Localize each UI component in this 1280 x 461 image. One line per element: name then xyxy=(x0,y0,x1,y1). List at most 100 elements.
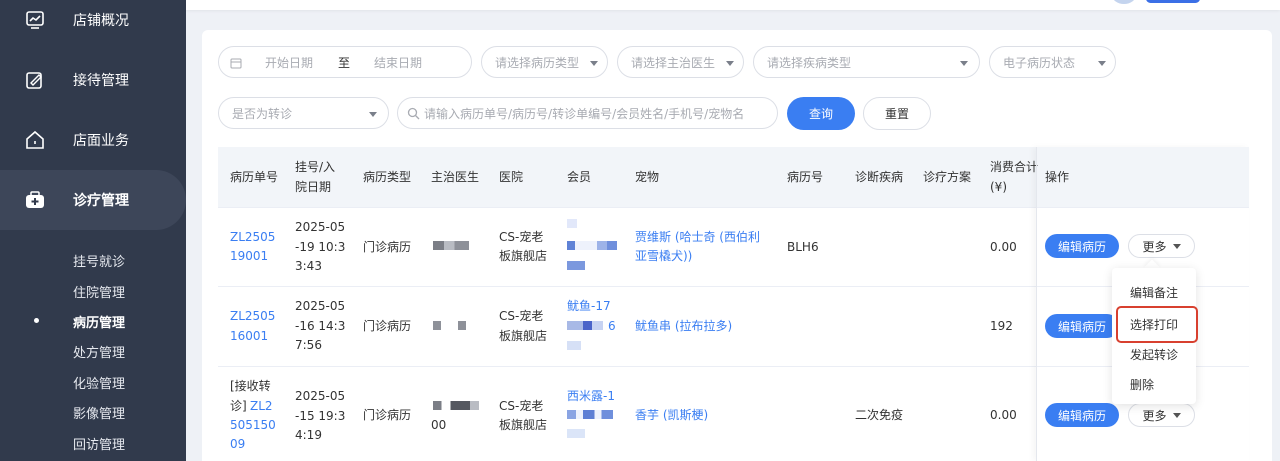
doctor-redacted xyxy=(433,241,469,250)
diagnosis: 二次免疫 xyxy=(855,408,904,422)
column-header: 病历单号 xyxy=(230,170,279,184)
record-no-link[interactable]: 505150 xyxy=(230,415,276,435)
sidebar-item-store-business[interactable]: 店面业务 xyxy=(0,110,186,170)
menu-item-start-transfer[interactable]: 发起转诊 xyxy=(1130,346,1178,363)
reg-date: 2025-05 xyxy=(295,389,346,403)
menu-item-delete[interactable]: 删除 xyxy=(1130,376,1154,393)
reg-date: -15 19:3 xyxy=(295,409,346,423)
hospital: CS-宠老 xyxy=(499,309,544,323)
edit-record-button[interactable]: 编辑病历 xyxy=(1045,314,1119,338)
edit-record-button[interactable]: 编辑病历 xyxy=(1045,403,1119,427)
sidebar-item-label: 诊疗管理 xyxy=(73,193,129,209)
reg-date: 3:43 xyxy=(295,259,322,273)
chevron-down-icon xyxy=(1172,243,1181,249)
date-range-picker[interactable]: 开始日期 至 结束日期 xyxy=(218,46,472,78)
member-redacted xyxy=(567,219,577,228)
reg-date: -16 14:3 xyxy=(295,319,346,333)
column-header: 诊疗方案 xyxy=(923,170,972,184)
sidebar-subitem-medical-records[interactable]: 病历管理 xyxy=(73,312,125,331)
member-link[interactable]: 鱿鱼-17 xyxy=(567,296,611,316)
pet-link[interactable]: 鱿鱼串 (拉布拉多) xyxy=(635,316,732,336)
edit-record-button[interactable]: 编辑病历 xyxy=(1045,234,1119,258)
reset-button[interactable]: 重置 xyxy=(863,97,931,130)
search-placeholder: 请输入病历单号/病历号/转诊单编号/会员姓名/手机号/宠物名 xyxy=(424,106,745,121)
clipboard-edit-icon xyxy=(26,72,42,89)
calendar-icon xyxy=(230,58,242,69)
more-label: 更多 xyxy=(1142,239,1167,254)
record-type: 门诊病历 xyxy=(363,408,412,422)
total: 0.00 xyxy=(990,240,1017,254)
member-redacted xyxy=(567,321,603,330)
member-link[interactable]: 6 xyxy=(608,316,616,336)
transfer-select[interactable]: 是否为转诊 xyxy=(218,97,389,129)
total: 0.00 xyxy=(990,408,1017,422)
doctor-placeholder: 请选择主治医生 xyxy=(631,55,716,70)
sidebar-subitem-registration[interactable]: 挂号就诊 xyxy=(73,251,125,270)
sidebar-subitem-imaging[interactable]: 影像管理 xyxy=(73,403,125,422)
chevron-down-icon xyxy=(1172,412,1181,418)
column-header: 宠物 xyxy=(635,170,660,184)
record-type-select[interactable]: 请选择病历类型 xyxy=(481,46,608,78)
record-no-link[interactable]: 16001 xyxy=(230,326,268,346)
member-redacted xyxy=(567,241,617,250)
chevron-down-icon xyxy=(726,61,734,66)
record-no-link[interactable]: ZL2 xyxy=(250,396,273,416)
emr-status-placeholder: 电子病历状态 xyxy=(1003,55,1076,70)
chevron-down-icon xyxy=(1098,61,1106,66)
sidebar-subitem-inpatient[interactable]: 住院管理 xyxy=(73,282,125,301)
member-redacted xyxy=(567,261,585,270)
record-no-link[interactable]: ZL2505 xyxy=(230,227,275,247)
column-header: 病历号 xyxy=(787,170,824,184)
record-type: 门诊病历 xyxy=(363,319,412,333)
column-header: (¥) xyxy=(990,180,1007,194)
hospital: 板旗舰店 xyxy=(499,418,548,432)
member-redacted xyxy=(567,410,613,419)
record-type-placeholder: 请选择病历类型 xyxy=(495,55,580,70)
column-header: 主治医生 xyxy=(431,170,480,184)
doctor-select[interactable]: 请选择主治医生 xyxy=(617,46,744,78)
sidebar: 店铺概况 接待管理 店面业务 诊疗管理 挂号就诊 住院管理 病历管理 处方管理 … xyxy=(0,0,186,461)
search-input[interactable]: 请输入病历单号/病历号/转诊单编号/会员姓名/手机号/宠物名 xyxy=(397,97,778,129)
hospital: CS-宠老 xyxy=(499,230,544,244)
record-type: 门诊病历 xyxy=(363,240,412,254)
menu-item-edit-note[interactable]: 编辑备注 xyxy=(1130,284,1178,301)
transfer-tag: [接收转 xyxy=(230,379,271,393)
record-no-link[interactable]: 09 xyxy=(230,434,245,454)
sidebar-item-reception[interactable]: 接待管理 xyxy=(0,50,186,110)
chevron-down-icon xyxy=(960,61,968,66)
sidebar-subitem-lab[interactable]: 化验管理 xyxy=(73,373,125,392)
start-date-input[interactable]: 开始日期 xyxy=(265,54,313,71)
sidebar-item-treatment[interactable]: 诊疗管理 xyxy=(0,170,186,230)
doctor-name: 00 xyxy=(431,418,447,432)
column-header: 医院 xyxy=(499,170,524,184)
more-button[interactable]: 更多 xyxy=(1128,403,1195,427)
sidebar-subitem-prescriptions[interactable]: 处方管理 xyxy=(73,342,125,361)
pet-link[interactable]: 亚雪橇犬)) xyxy=(635,246,692,266)
sidebar-item-label: 店面业务 xyxy=(73,133,129,149)
pet-link[interactable]: 贾维斯 (哈士奇 (西伯利 xyxy=(635,227,760,247)
medical-kit-icon xyxy=(26,191,44,208)
reg-date: 2025-05 xyxy=(295,299,346,313)
record-no-link[interactable]: 19001 xyxy=(230,246,268,266)
end-date-input[interactable]: 结束日期 xyxy=(374,54,422,71)
hospital: 板旗舰店 xyxy=(499,249,548,263)
top-header xyxy=(186,0,1280,10)
range-separator: 至 xyxy=(338,55,351,70)
sidebar-subitem-followup[interactable]: 回访管理 xyxy=(73,434,125,453)
disease-type-select[interactable]: 请选择疾病类型 xyxy=(753,46,980,78)
column-header: 挂号/入 xyxy=(295,160,336,174)
emr-status-select[interactable]: 电子病历状态 xyxy=(989,46,1116,78)
pet-link[interactable]: 香芋 (凯斯梗) xyxy=(635,405,708,425)
member-link[interactable]: 西米露-1 xyxy=(567,386,615,406)
column-header: 病历类型 xyxy=(363,170,412,184)
more-label: 更多 xyxy=(1142,408,1167,423)
query-button[interactable]: 查询 xyxy=(787,97,855,130)
transfer-tag: 诊] xyxy=(230,399,247,413)
disease-placeholder: 请选择疾病类型 xyxy=(767,55,852,70)
sidebar-item-store-overview[interactable]: 店铺概况 xyxy=(0,0,186,50)
status-badge xyxy=(1146,0,1200,3)
more-button[interactable]: 更多 xyxy=(1128,234,1195,258)
record-no-link[interactable]: ZL2505 xyxy=(230,306,275,326)
reg-date: -19 10:3 xyxy=(295,240,346,254)
avatar[interactable] xyxy=(1112,0,1136,4)
